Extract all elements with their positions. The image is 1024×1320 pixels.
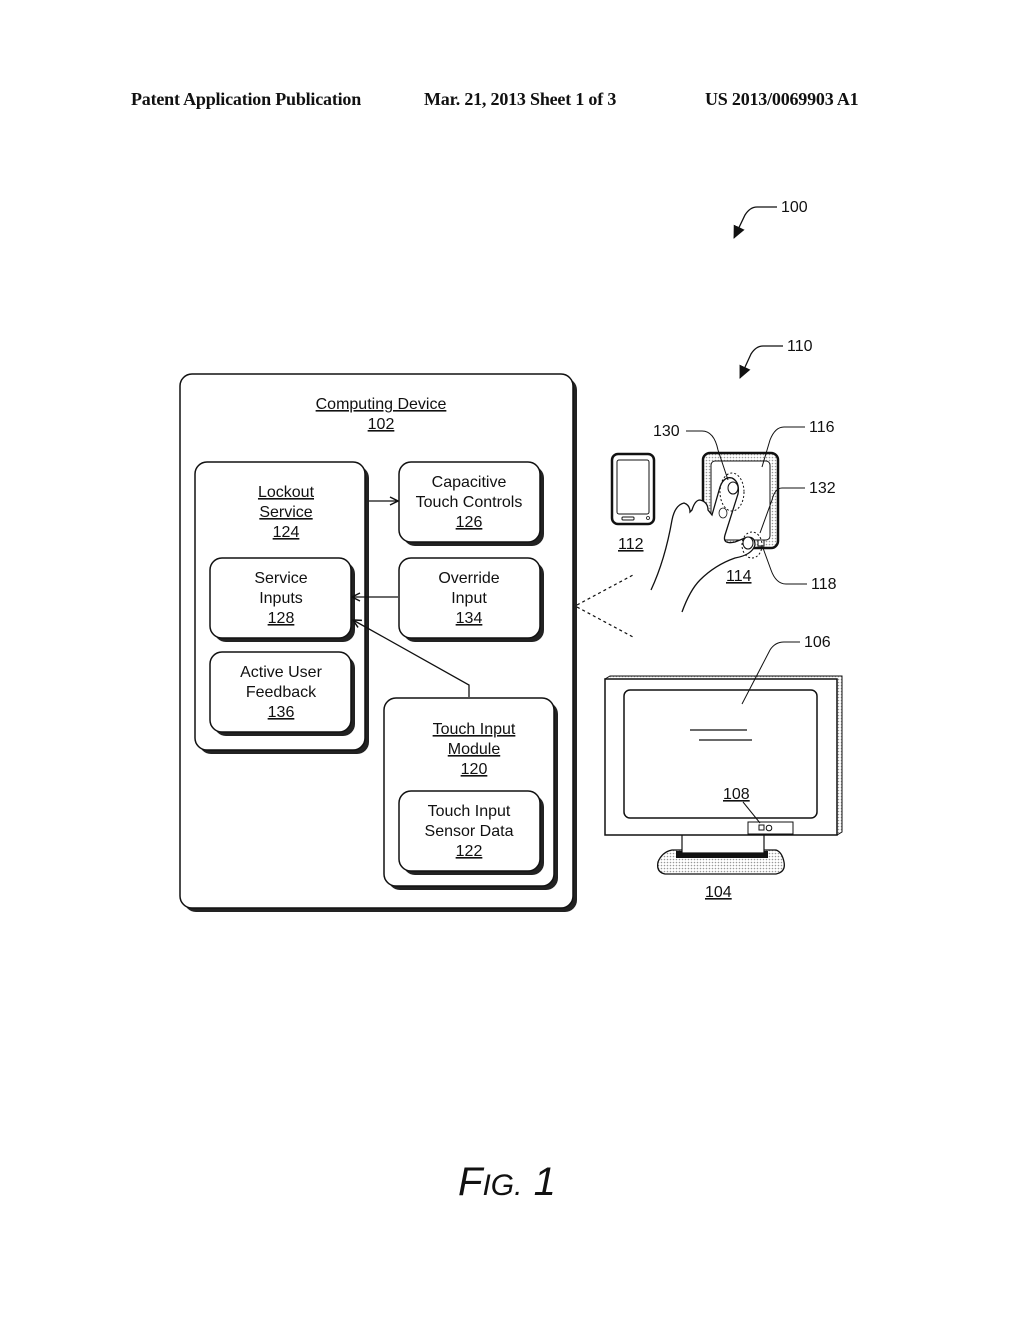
active-user-feedback-ref: 136 [268,704,295,721]
touch-input-module-ref: 120 [461,761,488,778]
touch-input-sensor-data-line1: Touch Input [428,803,511,820]
capacitive-touch-controls-line2: Touch Controls [416,494,523,511]
tablet-ref: 114 [726,568,752,585]
ref-118-label: 118 [811,576,837,593]
touch-input-sensor-data-box: Touch Input Sensor Data 122 [398,790,544,875]
ref-100-pointer: 100 [733,199,808,239]
figure-caption-number: 1 [533,1160,556,1204]
override-input-box: Override Input 134 [398,557,544,642]
active-user-feedback-line1: Active User [240,664,322,681]
capacitive-touch-controls-ref: 126 [456,514,483,531]
monitor-sensor-square [758,824,765,831]
patent-figure: 100 110 Computing Device 102 Lockout Ser… [179,199,843,912]
ref-100-label: 100 [781,199,808,216]
capacitive-touch-controls-box: Capacitive Touch Controls 126 [398,461,544,546]
touch-input-module-line1: Touch Input [433,721,516,738]
ref-110-label: 110 [787,338,813,355]
capacitive-touch-controls-line1: Capacitive [432,474,507,491]
ref-130-label: 130 [653,423,680,440]
monitor-ref: 104 [705,884,732,901]
tablet-button [757,539,765,547]
ref-116-label: 116 [809,419,835,436]
computing-device-title: Computing Device [316,396,447,413]
service-inputs-line1: Service [254,570,307,587]
override-input-line1: Override [438,570,499,587]
figure-caption-prefix: F [458,1160,483,1204]
dotted-link-lower [576,606,634,638]
lockout-service-line2: Service [259,504,312,521]
lockout-service-line1: Lockout [258,484,315,501]
override-input-ref: 134 [456,610,483,627]
dotted-link-upper [576,574,634,606]
service-inputs-line2: Inputs [259,590,303,607]
touch-input-module-line2: Module [448,741,501,758]
touch-input-sensor-data-line2: Sensor Data [425,823,514,840]
computing-device-ref: 102 [368,416,395,433]
ref-108-label: 108 [723,786,750,803]
figure-caption-small: IG. [482,1169,523,1202]
ref-110-pointer: 110 [739,338,813,379]
touch-input-sensor-data-ref: 122 [456,843,483,860]
monitor-sensor-circle [765,824,773,832]
figure-caption: FIG. 1 [458,1160,556,1205]
phone-icon: 112 [610,452,656,553]
service-inputs-box: Service Inputs 128 [209,557,355,642]
tablet-icon: 114 [650,451,780,613]
override-input-line2: Input [451,590,487,607]
active-user-feedback-line2: Feedback [246,684,317,701]
ref-106-label: 106 [804,634,831,651]
lockout-service-ref: 124 [273,524,300,541]
service-inputs-ref: 128 [268,610,295,627]
ref-132-label: 132 [809,480,836,497]
leader-118 [762,547,807,585]
active-user-feedback-box: Active User Feedback 136 [209,651,355,736]
phone-ref: 112 [618,536,644,553]
